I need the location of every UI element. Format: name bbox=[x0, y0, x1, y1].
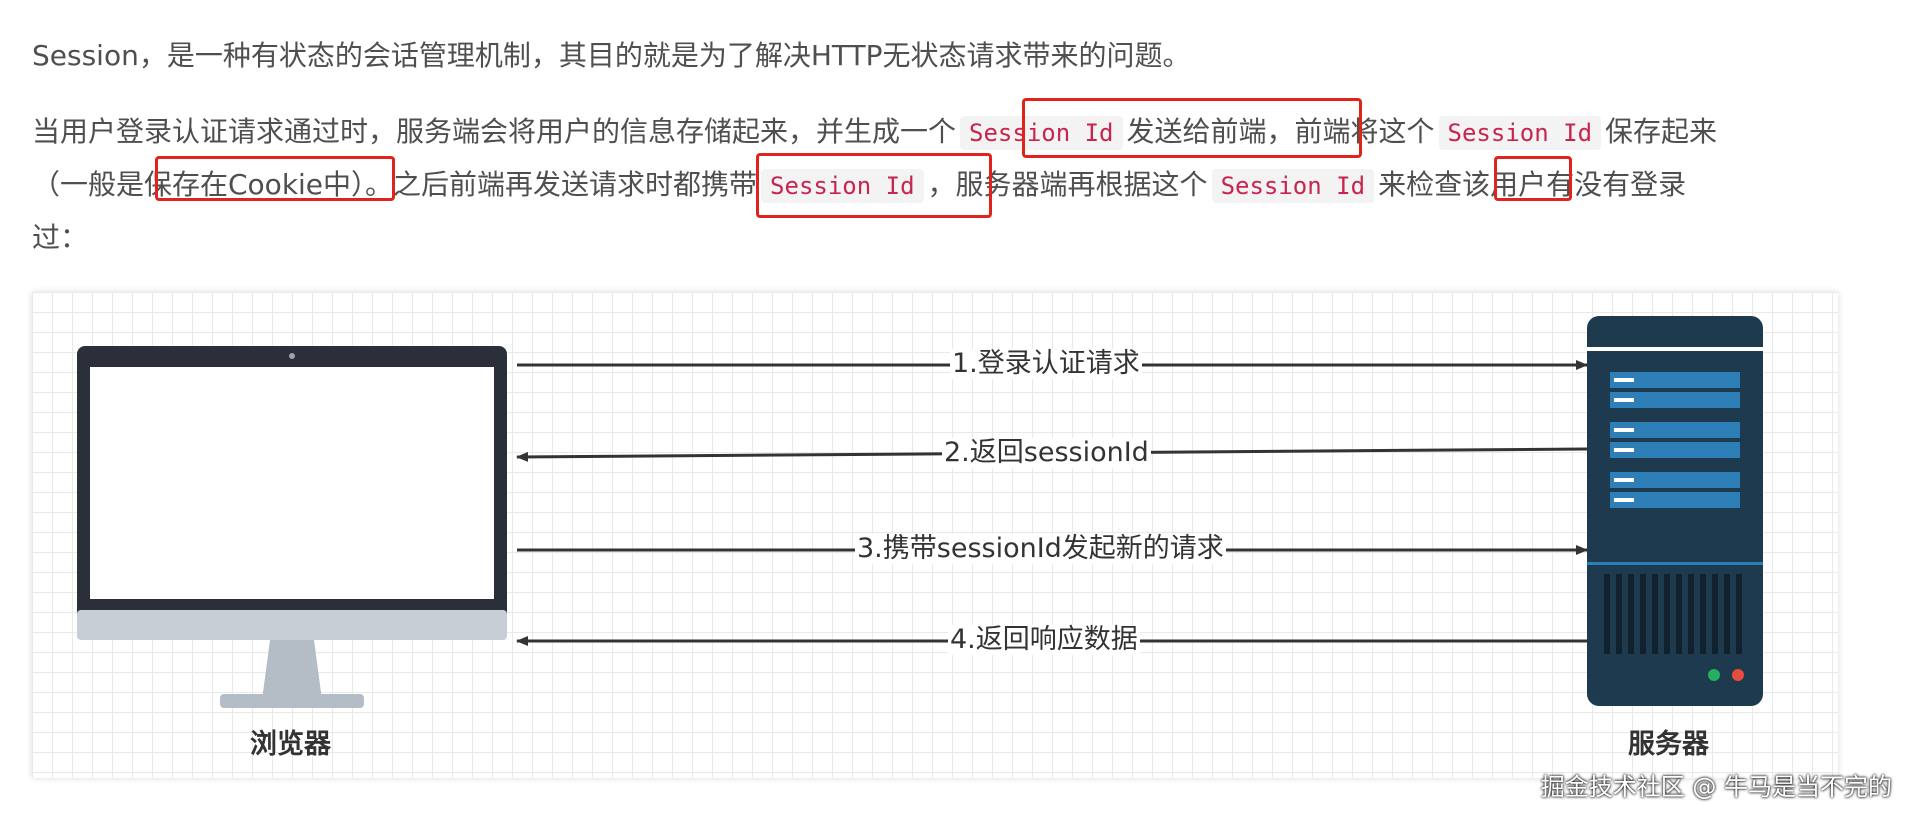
monitor-icon bbox=[77, 346, 507, 708]
explanation-line-3: 过： bbox=[32, 221, 89, 254]
highlight-box-check bbox=[1494, 156, 1572, 201]
arrow-3-label: 3.携带sessionId发起新的请求 bbox=[855, 533, 1226, 564]
line1-text-c: 保存起来 bbox=[1605, 115, 1718, 148]
session-flow-diagram: 1.登录认证请求 2.返回sessionId 3.携带sessionId发起新的… bbox=[32, 292, 1838, 778]
intro-paragraph: Session，是一种有状态的会话管理机制，其目的就是为了解决HTTP无状态请求… bbox=[32, 39, 1191, 72]
line1-text-a: 当用户登录认证请求通过时，服务端会将用户的信息存储起来，并生成一个 bbox=[32, 115, 957, 148]
arrow-4-label: 4.返回响应数据 bbox=[948, 624, 1140, 655]
arrow-1-label: 1.登录认证请求 bbox=[950, 348, 1142, 379]
session-id-code: Session Id bbox=[1438, 116, 1602, 150]
explanation-line-1: 当用户登录认证请求通过时，服务端会将用户的信息存储起来，并生成一个 Session… bbox=[32, 110, 1717, 150]
highlight-box-carry-session-id bbox=[756, 153, 992, 218]
server-icon bbox=[1587, 316, 1763, 706]
watermark-text: 掘金技术社区 @ 牛马是当不完的 bbox=[1540, 773, 1892, 801]
highlight-box-cookie bbox=[155, 156, 395, 201]
browser-label: 浏览器 bbox=[250, 729, 331, 760]
session-id-code: Session Id bbox=[1211, 169, 1375, 203]
arrow-2-label: 2.返回sessionId bbox=[942, 437, 1151, 468]
highlight-box-send-session-id bbox=[1022, 98, 1362, 158]
server-label: 服务器 bbox=[1628, 729, 1709, 760]
